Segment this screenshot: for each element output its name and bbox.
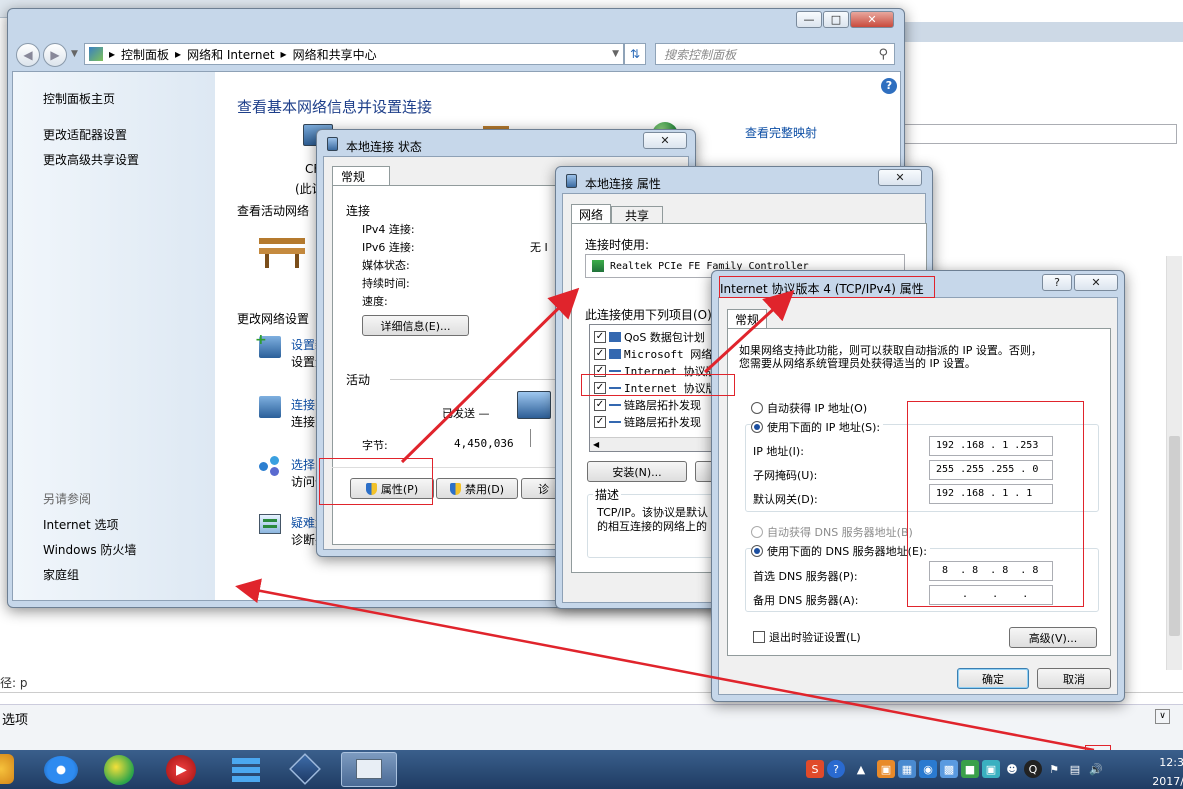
- arrow-to-properties-dialog: [400, 287, 580, 464]
- clock-time: 12:3: [1159, 756, 1183, 769]
- taskbar: ▶ S ? ▲ ▣ ▦ ◉ ▩ ■ ▣ ☻ Q ⚑ ▤ 🔊 12:3 2017/: [0, 750, 1183, 789]
- help-tray-icon[interactable]: ?: [827, 760, 845, 778]
- tray-app-grid-icon[interactable]: ▩: [940, 760, 958, 778]
- baidu-netdisk-icon[interactable]: [44, 756, 78, 784]
- volume-icon[interactable]: 🔊: [1087, 760, 1105, 778]
- taskbar-app-partial[interactable]: [0, 754, 14, 784]
- task-manager-icon[interactable]: [232, 756, 260, 784]
- app-green-circle-icon[interactable]: [104, 755, 134, 785]
- clock[interactable]: 12:3 2017/: [1146, 756, 1183, 788]
- tray-app-blue-icon[interactable]: ◉: [919, 760, 937, 778]
- tray-app-orange-icon[interactable]: ▣: [877, 760, 895, 778]
- control-panel-taskbar-button[interactable]: [341, 752, 397, 787]
- tray-app-user-icon[interactable]: ☻: [1003, 760, 1021, 778]
- tray-app-display-icon[interactable]: ▦: [898, 760, 916, 778]
- virtualbox-icon[interactable]: [289, 753, 321, 785]
- arrow-to-ipv4-dialog: [703, 289, 795, 374]
- network-tray-icon[interactable]: ▤: [1066, 760, 1084, 778]
- tray-app-cyan-icon[interactable]: ▣: [982, 760, 1000, 778]
- arrow-from-tray: [235, 578, 1095, 752]
- tray-app-green-icon[interactable]: ■: [961, 760, 979, 778]
- system-tray: S ? ▲ ▣ ▦ ◉ ▩ ■ ▣ ☻ Q ⚑ ▤ 🔊: [806, 760, 1105, 778]
- clock-date: 2017/: [1152, 775, 1183, 788]
- tray-expand-icon[interactable]: ▲: [848, 760, 874, 778]
- qq-icon[interactable]: Q: [1024, 760, 1042, 778]
- annotation-arrows: [235, 287, 1095, 752]
- sogou-icon[interactable]: S: [806, 760, 824, 778]
- flag-icon[interactable]: ⚑: [1045, 760, 1063, 778]
- media-player-icon[interactable]: ▶: [166, 755, 196, 785]
